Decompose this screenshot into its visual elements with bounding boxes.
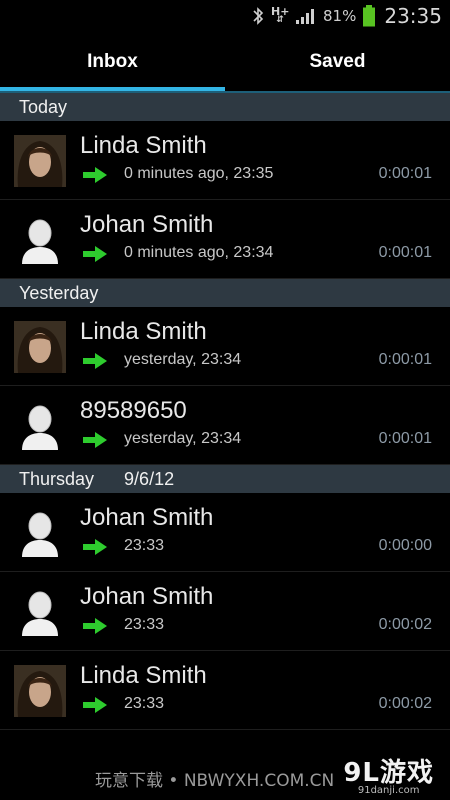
tab-saved[interactable]: Saved	[225, 32, 450, 92]
watermark-logo-text: 9L游戏	[343, 758, 434, 788]
incoming-call-arrow-icon	[82, 245, 108, 263]
section-title: Thursday	[19, 468, 95, 489]
call-log-row[interactable]: Johan Smith 23:33 0:00:00	[0, 493, 450, 572]
network-type: H+ ⇵	[271, 6, 289, 25]
call-duration: 0:00:00	[378, 537, 432, 554]
contact-photo-avatar[interactable]	[14, 321, 66, 373]
section-title: Today	[19, 96, 68, 117]
contact-photo-avatar[interactable]	[14, 135, 66, 187]
incoming-call-arrow-icon	[82, 352, 108, 370]
contact-name: Johan Smith	[80, 504, 214, 531]
default-contact-avatar-icon[interactable]	[14, 214, 66, 266]
section-header: Today	[0, 93, 450, 121]
call-log-row[interactable]: Linda Smith 23:33 0:00:02	[0, 651, 450, 730]
section-date: 9/6/12	[124, 468, 175, 489]
call-duration: 0:00:01	[378, 165, 432, 182]
status-icons: H+ ⇵ 81% 23:35	[251, 0, 442, 32]
battery-percent: 81%	[323, 7, 357, 25]
contact-name: Johan Smith	[80, 211, 214, 238]
call-duration: 0:00:01	[378, 351, 432, 368]
call-log-row[interactable]: Johan Smith 23:33 0:00:02	[0, 572, 450, 651]
default-contact-avatar-icon[interactable]	[14, 400, 66, 452]
call-log-row[interactable]: Linda Smith 0 minutes ago, 23:35 0:00:01	[0, 121, 450, 200]
default-contact-avatar-icon[interactable]	[14, 586, 66, 638]
signal-icon	[296, 9, 315, 24]
call-time: 23:33	[124, 537, 165, 554]
status-time: 23:35	[384, 4, 442, 28]
call-duration: 0:00:02	[378, 616, 432, 633]
call-log-row[interactable]: Linda Smith yesterday, 23:34 0:00:01	[0, 307, 450, 386]
incoming-call-arrow-icon	[82, 538, 108, 556]
contact-photo-avatar[interactable]	[14, 665, 66, 717]
call-duration: 0:00:02	[378, 695, 432, 712]
call-time: 23:33	[124, 616, 165, 633]
default-contact-avatar-icon[interactable]	[14, 507, 66, 559]
call-time: 0 minutes ago, 23:35	[124, 165, 274, 182]
call-time: yesterday, 23:34	[124, 351, 242, 368]
call-time: 0 minutes ago, 23:34	[124, 244, 274, 261]
call-duration: 0:00:01	[378, 244, 432, 261]
call-time: 23:33	[124, 695, 165, 712]
contact-name: Johan Smith	[80, 583, 214, 610]
incoming-call-arrow-icon	[82, 166, 108, 184]
call-log-row[interactable]: Johan Smith 0 minutes ago, 23:34 0:00:01	[0, 200, 450, 279]
bluetooth-icon	[253, 7, 264, 25]
incoming-call-arrow-icon	[82, 617, 108, 635]
incoming-call-arrow-icon	[82, 696, 108, 714]
section-title: Yesterday	[19, 282, 99, 303]
call-list: Today Linda Smith 0 minutes ago, 23:35 0:00…	[0, 93, 450, 730]
tab-bar: Inbox Saved	[0, 32, 450, 92]
watermark-logo: 9L游戏 91danji.com	[343, 752, 434, 796]
tab-inbox[interactable]: Inbox	[0, 32, 225, 92]
section-header: Thursday 9/6/12	[0, 465, 450, 493]
section-header: Yesterday	[0, 279, 450, 307]
contact-name: Linda Smith	[80, 318, 207, 345]
contact-name: Linda Smith	[80, 132, 207, 159]
watermark-text: 玩意下载 • NBWYXH.COM.CN	[95, 771, 335, 791]
contact-name: Linda Smith	[80, 662, 207, 689]
incoming-call-arrow-icon	[82, 431, 108, 449]
battery-icon	[363, 5, 376, 27]
status-bar: H+ ⇵ 81% 23:35	[0, 0, 450, 32]
contact-name: 89589650	[80, 397, 187, 424]
call-duration: 0:00:01	[378, 430, 432, 447]
call-time: yesterday, 23:34	[124, 430, 242, 447]
call-log-row[interactable]: 89589650 yesterday, 23:34 0:00:01	[0, 386, 450, 465]
